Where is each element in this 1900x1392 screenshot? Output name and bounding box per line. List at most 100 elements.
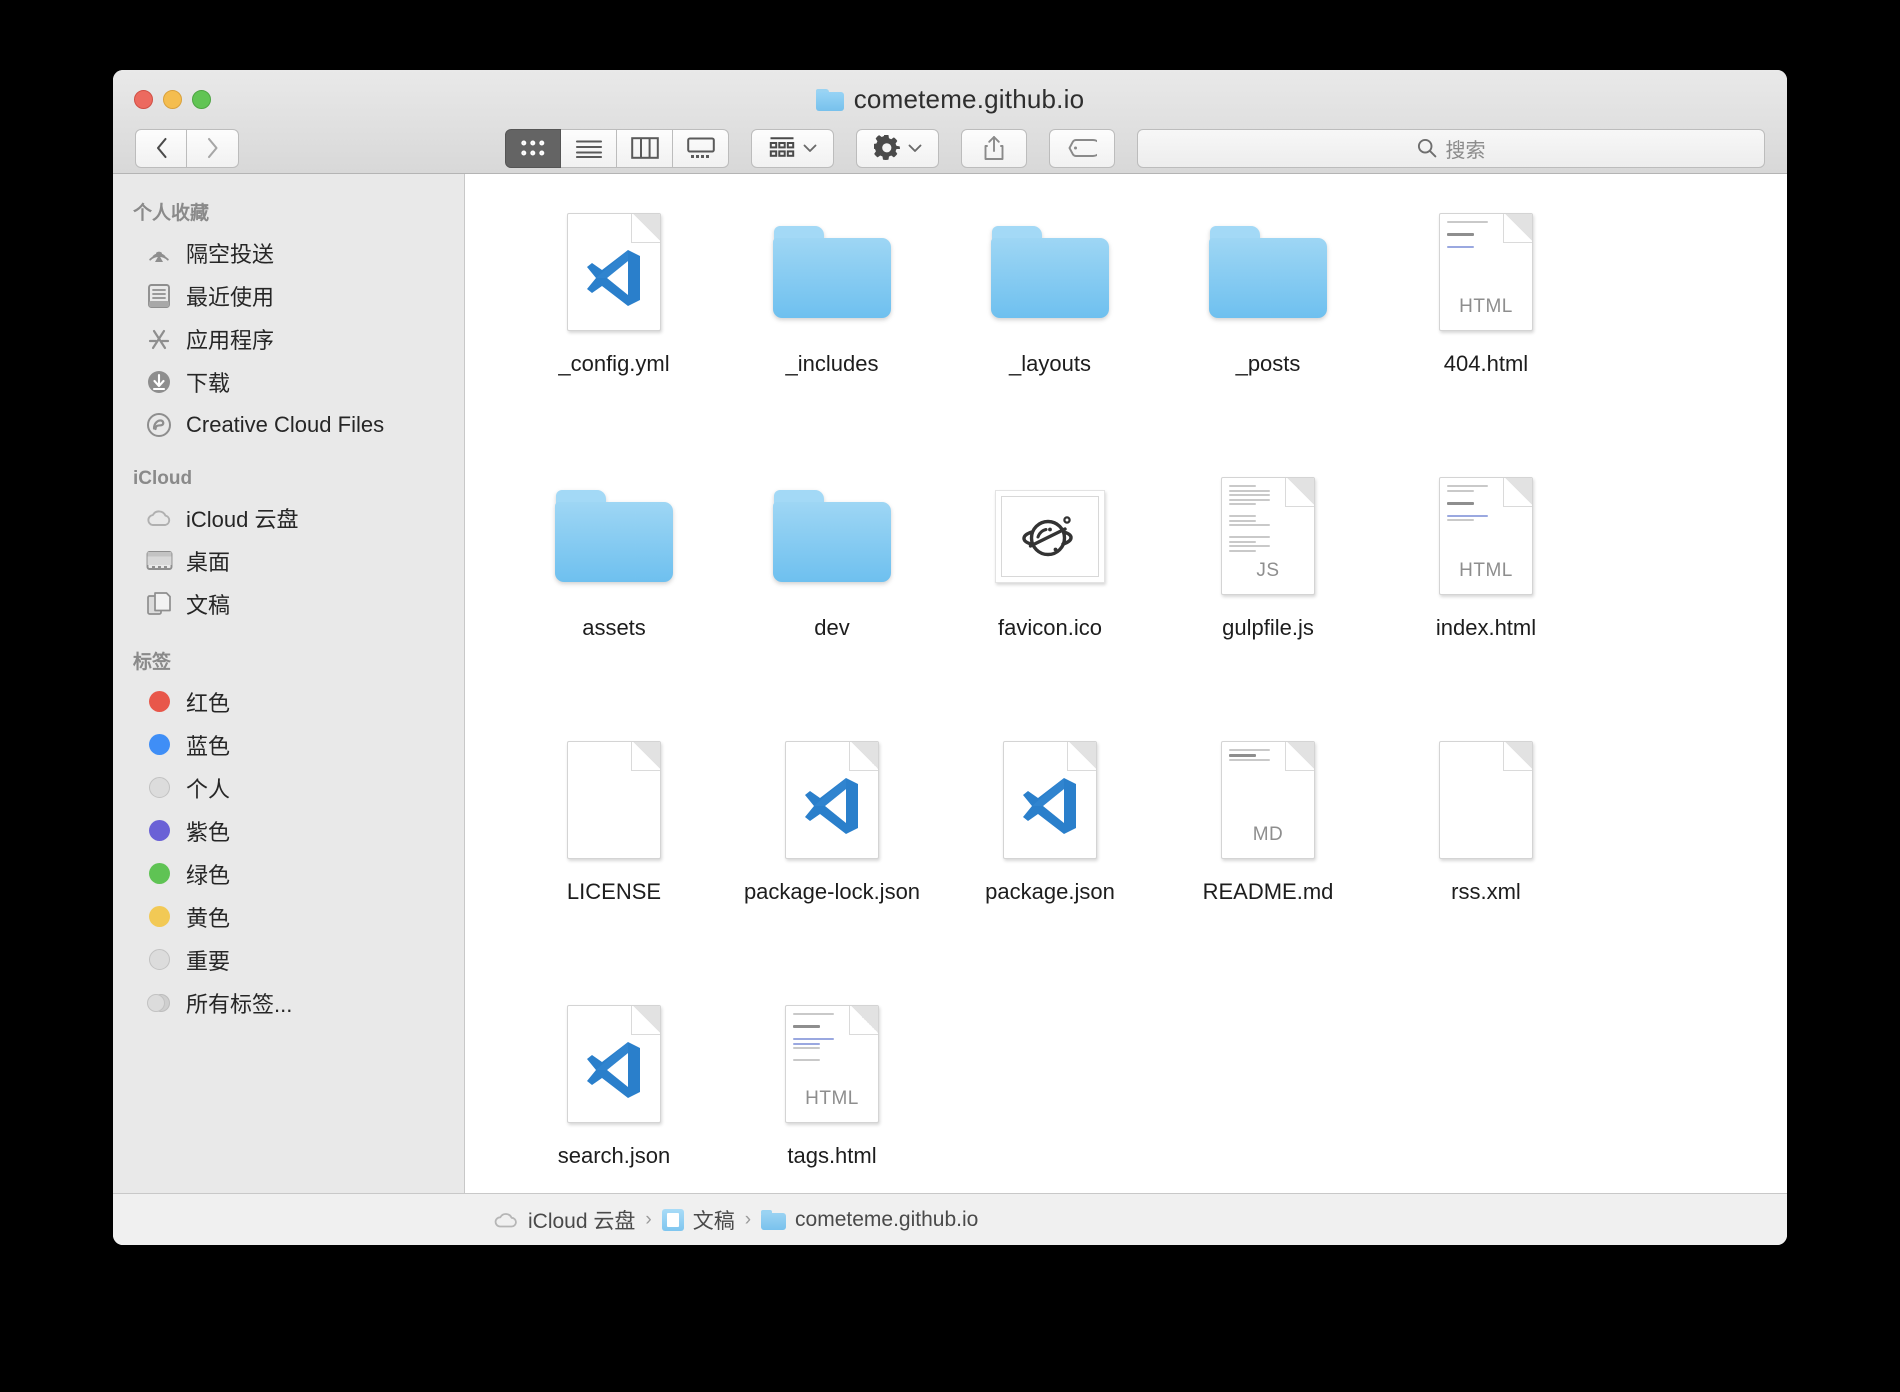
vscode-file-icon: [986, 736, 1114, 864]
path-bar: iCloud 云盘 › 文稿 › cometeme.github.io: [113, 1193, 1787, 1245]
sidebar-item-downloads[interactable]: 下载: [113, 360, 464, 403]
cloud-icon: [145, 504, 173, 532]
sidebar-item-desktop[interactable]: 桌面: [113, 539, 464, 582]
file-name: index.html: [1435, 615, 1537, 640]
file-item[interactable]: dev: [723, 460, 941, 716]
sidebar-item-recents[interactable]: 最近使用: [113, 274, 464, 317]
file-name: 404.html: [1443, 351, 1529, 376]
cloud-icon: [494, 1212, 517, 1227]
tags-button[interactable]: [1049, 128, 1115, 168]
file-item[interactable]: LICENSE: [505, 724, 723, 980]
breadcrumb-current-folder[interactable]: cometeme.github.io: [761, 1208, 978, 1232]
toolbar: 搜索: [113, 122, 1787, 174]
sidebar-item-label: 隔空投送: [186, 241, 275, 267]
search-placeholder: 搜索: [1445, 139, 1486, 162]
sidebar-item-tag-red[interactable]: 红色: [113, 680, 464, 723]
file-item[interactable]: _includes: [723, 196, 941, 452]
vscode-file-icon: [768, 736, 896, 864]
list-view-button[interactable]: [561, 128, 617, 168]
file-name: _layouts: [1009, 351, 1091, 376]
arrange-button[interactable]: [751, 128, 834, 168]
sidebar-group-icloud: iCloud 云盘 桌面 文稿: [113, 496, 464, 625]
search-field[interactable]: 搜索: [1137, 128, 1765, 168]
vscode-icon: [1023, 777, 1076, 834]
tag-dot-gray-icon: [145, 946, 173, 974]
sidebar-heading-tags: 标签: [133, 652, 172, 673]
file-item[interactable]: package.json: [941, 724, 1159, 980]
sidebar-item-tag-personal[interactable]: 个人: [113, 766, 464, 809]
file-name: package-lock.json: [743, 879, 921, 904]
tag-dot-gray-icon: [145, 774, 173, 802]
file-item[interactable]: HTML tags.html: [723, 988, 941, 1193]
sidebar-group-favorites: 隔空投送 最近使用 应用程序 下载 Creative Cloud Files: [113, 231, 464, 446]
column-view-button[interactable]: [617, 128, 673, 168]
sidebar-item-label: 所有标签...: [186, 991, 293, 1017]
file-name: assets: [582, 615, 646, 640]
creative-cloud-icon: [145, 411, 173, 439]
forward-button[interactable]: [187, 128, 239, 168]
chevron-down-icon: [908, 144, 921, 152]
sidebar-item-tag-yellow[interactable]: 黄色: [113, 895, 464, 938]
gallery-icon: [686, 137, 715, 158]
sidebar: 个人收藏 隔空投送 最近使用 应用程序 下载 Creative Cloud Fi…: [113, 174, 465, 1193]
file-kind-badge: JS: [1256, 560, 1280, 581]
sidebar-item-tag-purple[interactable]: 紫色: [113, 809, 464, 852]
file-item[interactable]: _layouts: [941, 196, 1159, 452]
folder-icon: [761, 1209, 787, 1230]
file-kind-badge: MD: [1252, 824, 1284, 845]
file-item[interactable]: package-lock.json: [723, 724, 941, 980]
file-item[interactable]: favicon.ico: [941, 460, 1159, 716]
vscode-icon: [587, 249, 640, 306]
share-button[interactable]: [961, 128, 1027, 168]
documents-folder-icon: [661, 1208, 684, 1231]
sidebar-item-creative-cloud-files[interactable]: Creative Cloud Files: [113, 403, 464, 446]
blank-file-icon: [550, 736, 678, 864]
sidebar-item-label: 绿色: [186, 862, 231, 888]
sidebar-item-tag-green[interactable]: 绿色: [113, 852, 464, 895]
folder-icon: [768, 472, 896, 600]
file-item[interactable]: JS gulpfile.js: [1159, 460, 1377, 716]
file-item[interactable]: MD README.md: [1159, 724, 1377, 980]
arrange-icon: [769, 137, 794, 157]
breadcrumb-documents[interactable]: 文稿: [661, 1205, 735, 1235]
ico-file-icon: [986, 472, 1114, 600]
sidebar-heading-favorites: 个人收藏: [133, 203, 210, 224]
icon-view-button[interactable]: [505, 128, 561, 168]
tag-dot-blue-icon: [145, 731, 173, 759]
file-item[interactable]: rss.xml: [1377, 724, 1595, 980]
file-item[interactable]: search.json: [505, 988, 723, 1193]
folder-icon: [1204, 208, 1332, 336]
gallery-view-button[interactable]: [673, 128, 729, 168]
list-icon: [575, 139, 602, 158]
sidebar-item-label: 红色: [186, 690, 231, 716]
search-icon: [1417, 138, 1436, 158]
sidebar-item-tag-blue[interactable]: 蓝色: [113, 723, 464, 766]
file-item[interactable]: _posts: [1159, 196, 1377, 452]
breadcrumb-separator: ›: [645, 1208, 652, 1230]
downloads-icon: [145, 368, 173, 396]
planet-icon: [1022, 516, 1073, 557]
folder-icon: [986, 208, 1114, 336]
documents-icon: [145, 590, 173, 618]
sidebar-item-airdrop[interactable]: 隔空投送: [113, 231, 464, 274]
sidebar-item-all-tags[interactable]: 所有标签...: [113, 981, 464, 1024]
back-button[interactable]: [135, 128, 187, 168]
file-item[interactable]: assets: [505, 460, 723, 716]
action-menu-button[interactable]: [856, 128, 939, 168]
file-item[interactable]: HTML 404.html: [1377, 196, 1595, 452]
vscode-file-icon: [550, 1000, 678, 1128]
file-item[interactable]: HTML index.html: [1377, 460, 1595, 716]
sidebar-item-documents[interactable]: 文稿: [113, 582, 464, 625]
file-grid-area: _config.yml _includes _layouts _posts HT…: [465, 174, 1787, 1193]
tag-dot-green-icon: [145, 860, 173, 888]
airdrop-icon: [145, 239, 173, 267]
gear-icon: [873, 135, 900, 160]
sidebar-item-icloud-drive[interactable]: iCloud 云盘: [113, 496, 464, 539]
share-icon: [984, 136, 1004, 160]
sidebar-item-applications[interactable]: 应用程序: [113, 317, 464, 360]
folder-icon: [815, 88, 844, 111]
sidebar-item-tag-important[interactable]: 重要: [113, 938, 464, 981]
file-item[interactable]: _config.yml: [505, 196, 723, 452]
tag-dot-yellow-icon: [145, 903, 173, 931]
breadcrumb-icloud-drive[interactable]: iCloud 云盘: [493, 1205, 635, 1235]
